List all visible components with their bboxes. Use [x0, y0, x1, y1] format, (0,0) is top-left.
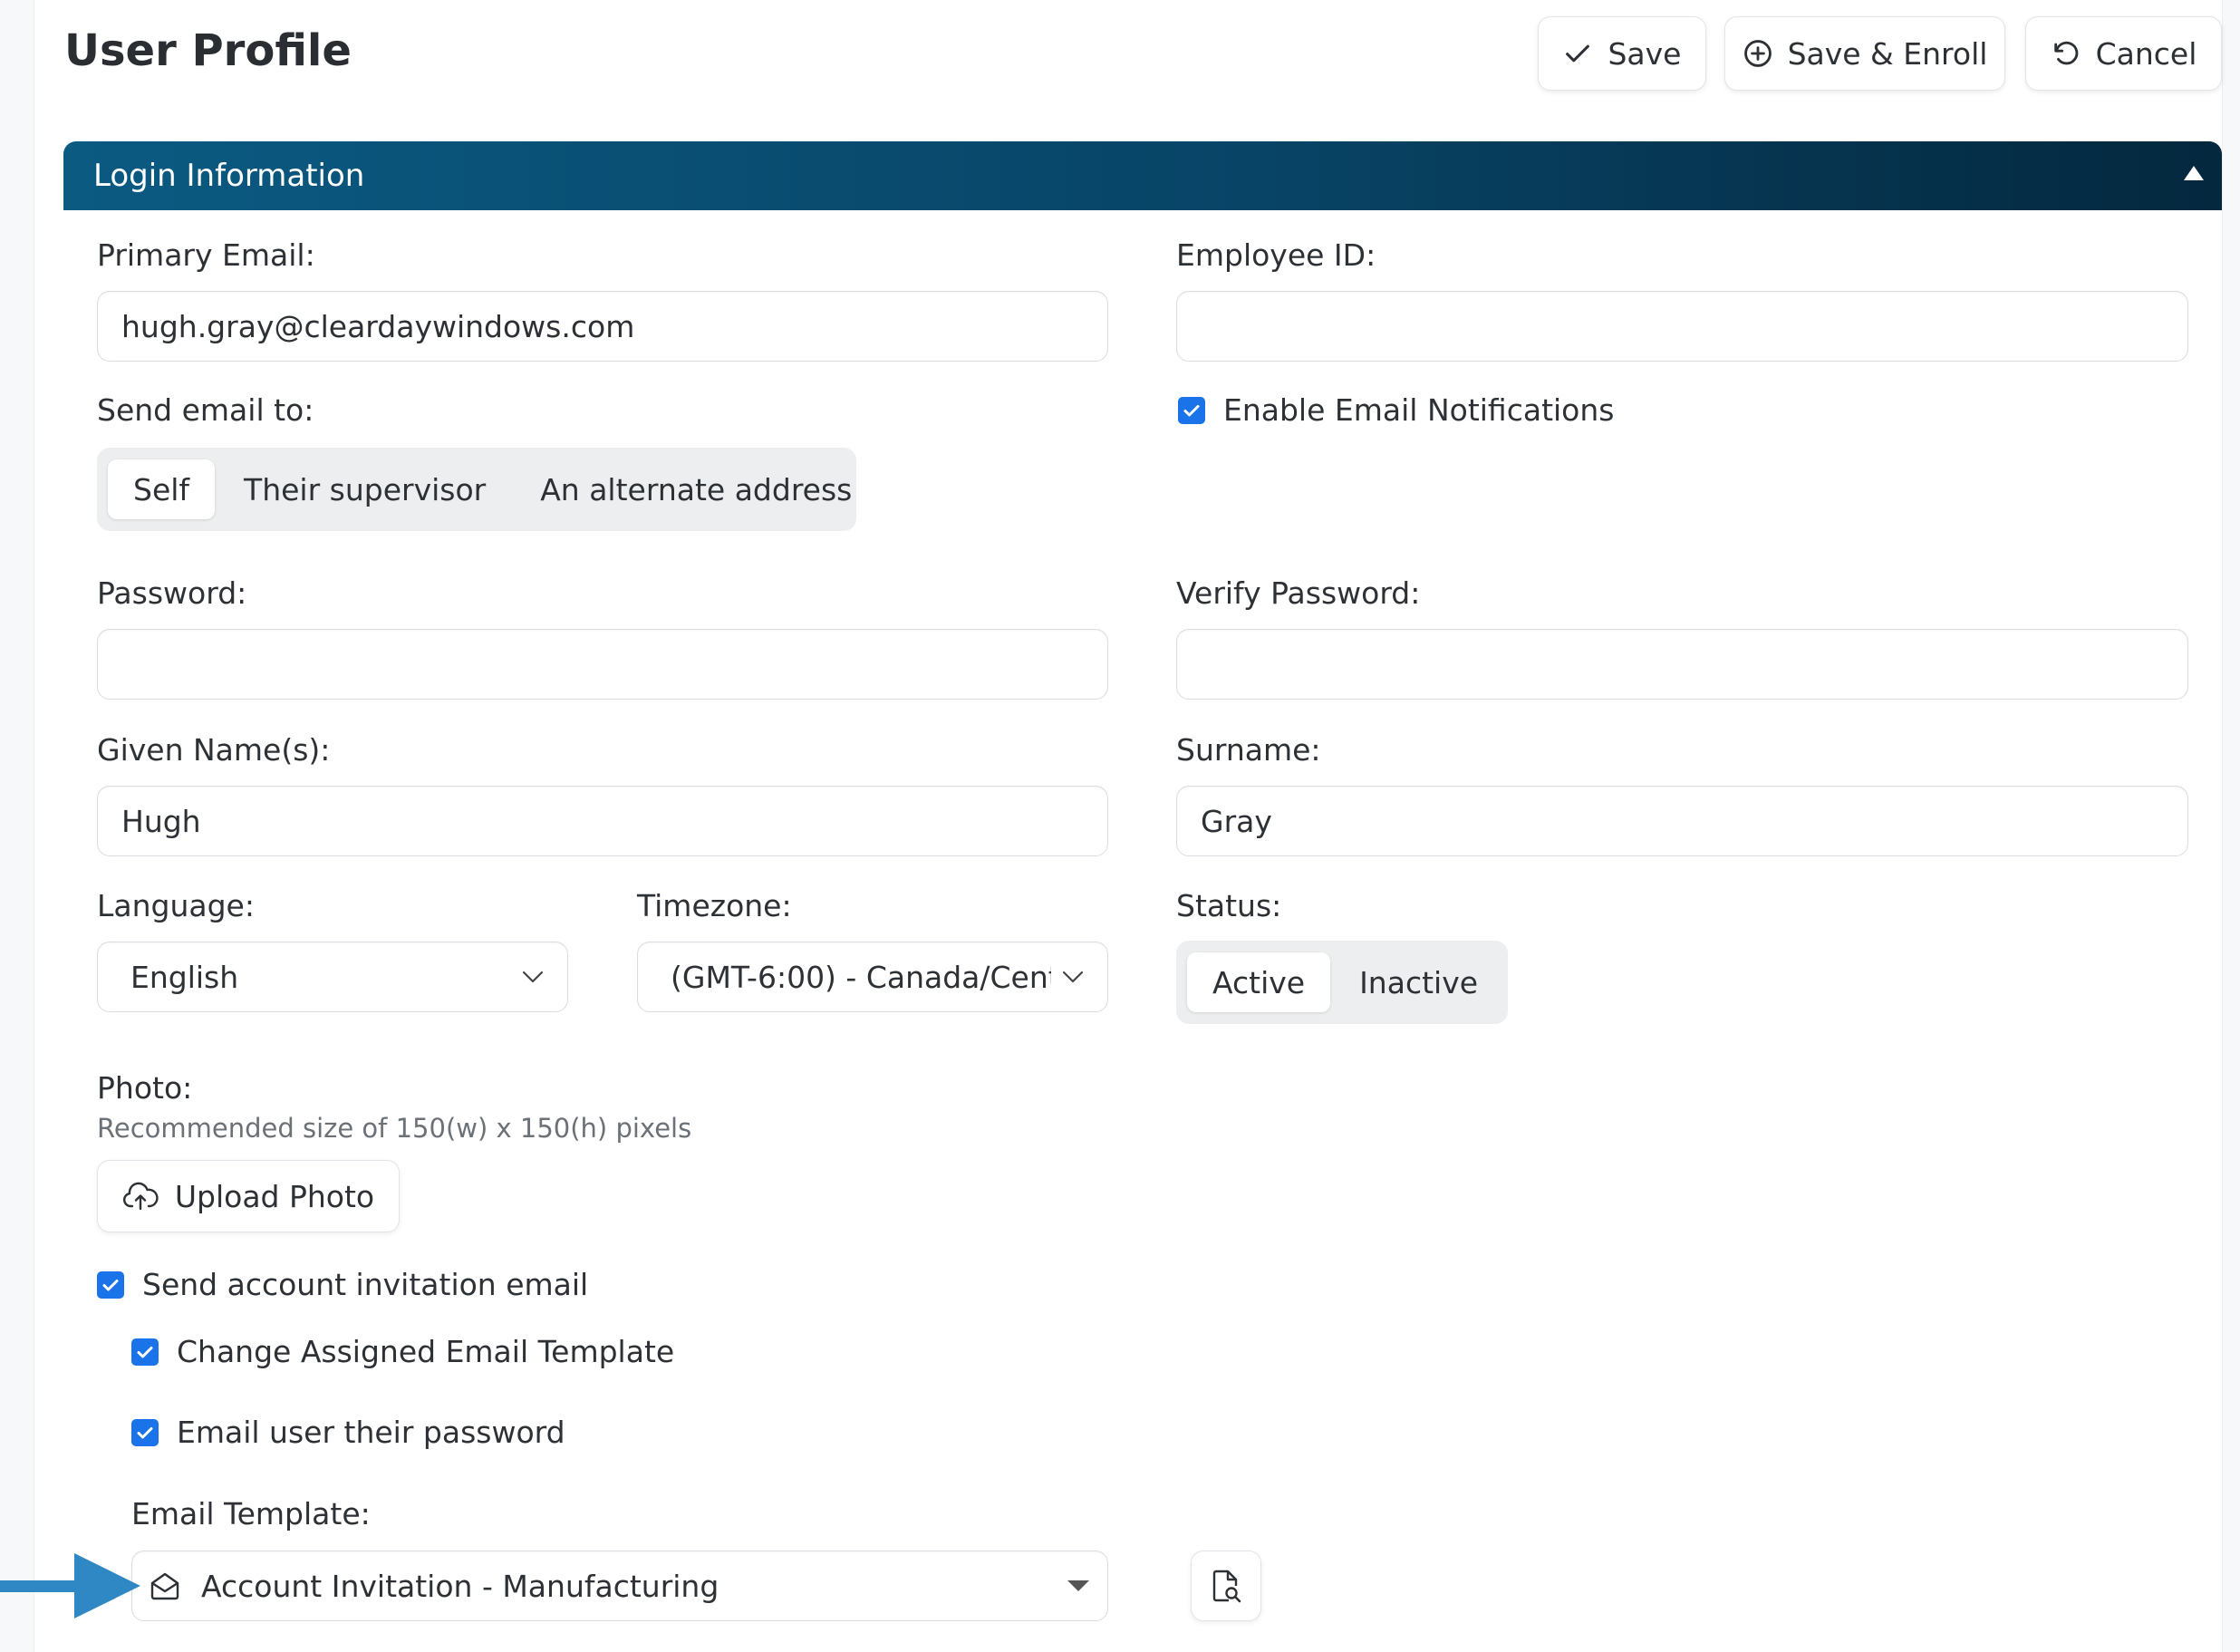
- change-template-label: Change Assigned Email Template: [177, 1334, 675, 1369]
- send-to-alternate-option[interactable]: An alternate address: [515, 459, 877, 519]
- cancel-button[interactable]: Cancel: [2025, 16, 2222, 91]
- chevron-down-icon: [522, 971, 544, 983]
- timezone-label: Timezone:: [637, 888, 792, 923]
- employee-id-input[interactable]: [1176, 291, 2188, 362]
- left-rail: [0, 0, 34, 1652]
- preview-template-button[interactable]: [1191, 1551, 1261, 1621]
- email-template-label: Email Template:: [131, 1496, 371, 1531]
- send-invitation-checkbox[interactable]: Send account invitation email: [97, 1267, 588, 1302]
- language-select[interactable]: English: [97, 942, 568, 1012]
- cancel-button-label: Cancel: [2095, 35, 2197, 72]
- check-icon: [1566, 44, 1590, 63]
- user-profile-page: User Profile Save Save & Enroll Cancel L…: [0, 0, 2240, 1652]
- send-to-self-option[interactable]: Self: [108, 459, 216, 519]
- login-information-header[interactable]: Login Information: [63, 141, 2222, 210]
- status-segmented: Active Inactive: [1176, 941, 1508, 1024]
- timezone-value: (GMT-6:00) - Canada/Central: [671, 959, 1051, 995]
- password-label: Password:: [97, 575, 247, 611]
- timezone-select[interactable]: (GMT-6:00) - Canada/Central: [637, 942, 1108, 1012]
- caret-up-icon[interactable]: [2184, 166, 2204, 180]
- plus-circle-icon: [1743, 40, 1772, 67]
- caret-down-icon: [1067, 1580, 1089, 1591]
- pointer-arrow-icon: [0, 1553, 140, 1618]
- email-template-value: Account Invitation - Manufacturing: [201, 1568, 719, 1604]
- page-title: User Profile: [64, 25, 352, 76]
- given-name-label: Given Name(s):: [97, 732, 331, 768]
- email-password-label: Email user their password: [177, 1415, 565, 1450]
- enable-notifications-label: Enable Email Notifications: [1223, 392, 1615, 428]
- email-password-checkbox[interactable]: Email user their password: [131, 1415, 565, 1450]
- verify-password-label: Verify Password:: [1176, 575, 1421, 611]
- primary-email-label: Primary Email:: [97, 237, 315, 273]
- surname-input[interactable]: Gray: [1176, 786, 2188, 856]
- send-invitation-label: Send account invitation email: [142, 1267, 589, 1302]
- save-button[interactable]: Save: [1538, 16, 1706, 91]
- upload-photo-label: Upload Photo: [174, 1178, 375, 1214]
- language-value: English: [130, 959, 239, 995]
- photo-label: Photo:: [97, 1070, 193, 1106]
- status-inactive-option[interactable]: Inactive: [1334, 952, 1503, 1012]
- language-label: Language:: [97, 888, 255, 923]
- checkbox-checked-icon[interactable]: [131, 1418, 159, 1446]
- checkbox-checked-icon[interactable]: [1178, 396, 1205, 424]
- checkbox-checked-icon[interactable]: [131, 1338, 159, 1366]
- save-enroll-button[interactable]: Save & Enroll: [1724, 16, 2005, 91]
- primary-email-value: hugh.gray@cleardaywindows.com: [121, 308, 635, 344]
- password-input[interactable]: [97, 629, 1108, 700]
- verify-password-input[interactable]: [1176, 629, 2188, 700]
- primary-email-input[interactable]: hugh.gray@cleardaywindows.com: [97, 291, 1108, 362]
- surname-value: Gray: [1201, 803, 1272, 839]
- cloud-upload-icon: [122, 1182, 159, 1211]
- section-title: Login Information: [93, 158, 365, 194]
- send-to-supervisor-option[interactable]: Their supervisor: [218, 459, 511, 519]
- surname-label: Surname:: [1176, 732, 1321, 768]
- save-button-label: Save: [1608, 35, 1682, 72]
- checkbox-checked-icon[interactable]: [97, 1270, 124, 1299]
- change-template-checkbox[interactable]: Change Assigned Email Template: [131, 1334, 674, 1369]
- document-search-icon: [1212, 1570, 1241, 1603]
- right-rail: [2222, 0, 2240, 1652]
- undo-icon: [2053, 41, 2078, 65]
- enable-notifications-checkbox[interactable]: Enable Email Notifications: [1178, 392, 1614, 428]
- email-template-select[interactable]: Account Invitation - Manufacturing: [131, 1551, 1108, 1621]
- employee-id-label: Employee ID:: [1176, 237, 1376, 273]
- send-email-to-segmented: Self Their supervisor An alternate addre…: [97, 448, 856, 531]
- status-label: Status:: [1176, 888, 1282, 923]
- photo-hint: Recommended size of 150(w) x 150(h) pixe…: [97, 1113, 692, 1144]
- send-email-to-label: Send email to:: [97, 392, 314, 428]
- envelope-open-icon: [150, 1572, 179, 1600]
- upload-photo-button[interactable]: Upload Photo: [97, 1160, 400, 1232]
- chevron-down-icon: [1062, 971, 1084, 983]
- given-name-input[interactable]: Hugh: [97, 786, 1108, 856]
- save-enroll-button-label: Save & Enroll: [1787, 35, 1988, 72]
- status-active-option[interactable]: Active: [1187, 952, 1331, 1012]
- given-name-value: Hugh: [121, 803, 201, 839]
